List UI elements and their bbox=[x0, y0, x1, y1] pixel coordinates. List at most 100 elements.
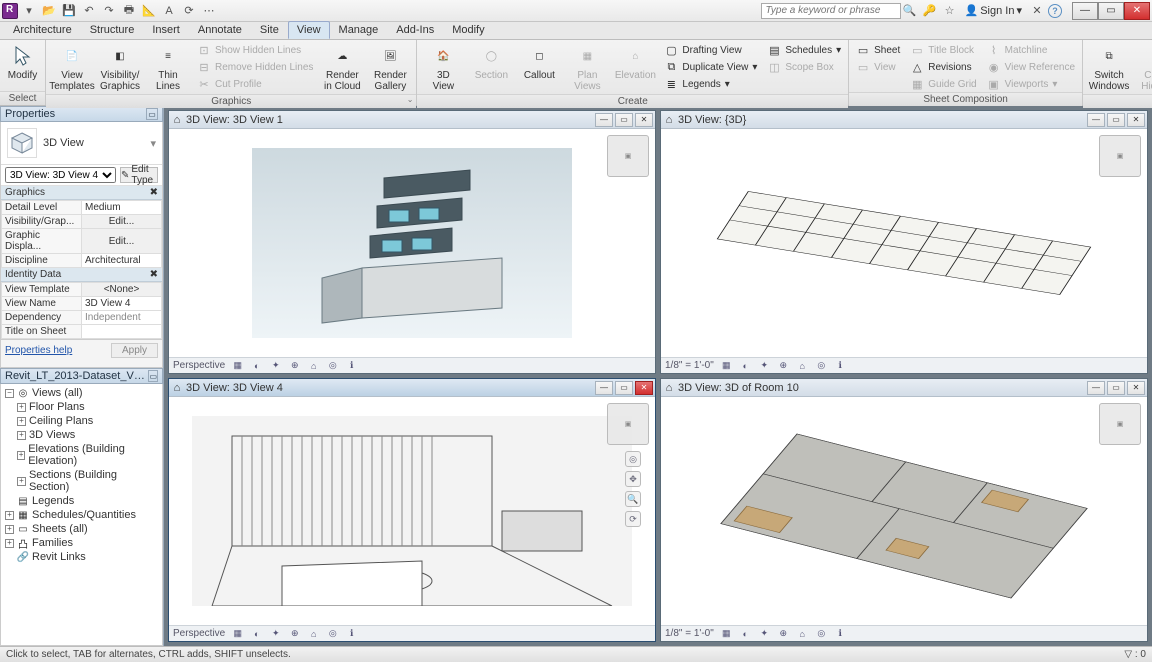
measure-icon[interactable]: 📐 bbox=[140, 2, 158, 20]
view2-close-button[interactable]: ✕ bbox=[1127, 113, 1145, 127]
view-canvas-2[interactable]: ▣ bbox=[661, 129, 1147, 357]
tree-sheets[interactable]: +▭Sheets (all) bbox=[3, 522, 160, 536]
tab-architecture[interactable]: Architecture bbox=[4, 21, 81, 39]
legends-button[interactable]: ≣Legends ▾ bbox=[661, 76, 760, 92]
print-icon[interactable]: 🖶 bbox=[120, 2, 138, 20]
view3-close-button[interactable]: ✕ bbox=[635, 381, 653, 395]
tree-revit-links[interactable]: +🔗Revit Links bbox=[3, 550, 160, 564]
vf-icon[interactable]: ⌂ bbox=[796, 627, 809, 640]
thin-lines-button[interactable]: ≡Thin Lines bbox=[146, 42, 190, 94]
vf-icon[interactable]: ✦ bbox=[758, 359, 771, 372]
exchange-icon[interactable]: ✕ bbox=[1028, 2, 1046, 20]
view-cube[interactable]: ▣ bbox=[1099, 403, 1141, 445]
scope-box-button[interactable]: ◫Scope Box bbox=[764, 59, 844, 75]
scale-label-3[interactable]: Perspective bbox=[173, 628, 225, 639]
sign-in-button[interactable]: 👤 Sign In ▾ bbox=[961, 4, 1026, 17]
binoculars-icon[interactable]: 🔍 bbox=[901, 2, 919, 20]
view4-min-button[interactable]: — bbox=[1087, 381, 1105, 395]
properties-help-link[interactable]: Properties help bbox=[5, 345, 72, 356]
place-view-button[interactable]: ▭View bbox=[853, 59, 903, 75]
tree-views[interactable]: −◎Views (all) bbox=[3, 386, 160, 400]
vf-icon[interactable]: ⌂ bbox=[307, 359, 320, 372]
star-icon[interactable]: ☆ bbox=[941, 2, 959, 20]
orbit-icon[interactable]: ⟳ bbox=[625, 511, 641, 527]
vf-icon[interactable]: ◎ bbox=[326, 359, 339, 372]
save-icon[interactable]: 💾 bbox=[60, 2, 78, 20]
search-input[interactable] bbox=[761, 3, 901, 19]
view-cube[interactable]: ▣ bbox=[1099, 135, 1141, 177]
tab-insert[interactable]: Insert bbox=[143, 21, 189, 39]
view2-max-button[interactable]: ▭ bbox=[1107, 113, 1125, 127]
tab-annotate[interactable]: Annotate bbox=[189, 21, 251, 39]
vf-icon[interactable]: ℹ bbox=[834, 627, 847, 640]
help-icon[interactable]: ? bbox=[1048, 4, 1062, 18]
pan-icon[interactable]: ✥ bbox=[625, 471, 641, 487]
title-block-button[interactable]: ▭Title Block bbox=[907, 42, 979, 58]
drafting-view-button[interactable]: ▢Drafting View bbox=[661, 42, 760, 58]
view3-max-button[interactable]: ▭ bbox=[615, 381, 633, 395]
vf-icon[interactable]: ▦ bbox=[231, 359, 244, 372]
vf-icon[interactable]: ✦ bbox=[269, 627, 282, 640]
viewports-button[interactable]: ▣Viewports ▾ bbox=[984, 76, 1078, 92]
close-hidden-button[interactable]: ✖Close Hidden bbox=[1135, 42, 1152, 94]
vf-icon[interactable]: ✦ bbox=[269, 359, 282, 372]
minimize-button[interactable]: — bbox=[1072, 2, 1098, 20]
vf-icon[interactable]: ⊕ bbox=[288, 627, 301, 640]
filter-icon[interactable]: ▽ : 0 bbox=[1124, 649, 1146, 660]
scale-label-1[interactable]: Perspective bbox=[173, 360, 225, 371]
vf-icon[interactable]: ⌂ bbox=[796, 359, 809, 372]
instance-selector[interactable]: 3D View: 3D View 4 bbox=[5, 167, 116, 183]
project-browser[interactable]: −◎Views (all) +Floor Plans +Ceiling Plan… bbox=[0, 384, 163, 646]
apply-button[interactable]: Apply bbox=[111, 343, 158, 358]
key-icon[interactable]: 🔑 bbox=[921, 2, 939, 20]
vf-icon[interactable]: ▦ bbox=[231, 627, 244, 640]
nav-bar[interactable]: ◎✥🔍⟳ bbox=[625, 451, 641, 527]
view2-min-button[interactable]: — bbox=[1087, 113, 1105, 127]
vf-icon[interactable]: ◎ bbox=[815, 359, 828, 372]
vf-icon[interactable]: ▦ bbox=[720, 359, 733, 372]
steering-wheel-icon[interactable]: ◎ bbox=[625, 451, 641, 467]
revisions-button[interactable]: △Revisions bbox=[907, 59, 979, 75]
prop-visibility-edit[interactable]: Edit... bbox=[82, 215, 162, 229]
view1-min-button[interactable]: — bbox=[595, 113, 613, 127]
cut-profile-button[interactable]: ✂Cut Profile bbox=[194, 76, 316, 92]
vf-icon[interactable]: ℹ bbox=[345, 359, 358, 372]
plan-views-button[interactable]: ▦Plan Views bbox=[565, 42, 609, 94]
tree-schedules[interactable]: +▦Schedules/Quantities bbox=[3, 508, 160, 522]
view-cube[interactable]: ▣ bbox=[607, 135, 649, 177]
3d-view-button[interactable]: 🏠3D View bbox=[421, 42, 465, 94]
qat-dropdown-icon[interactable]: ▾ bbox=[20, 2, 38, 20]
render-gallery-button[interactable]: 🖼Render Gallery bbox=[368, 42, 412, 94]
undo-icon[interactable]: ↶ bbox=[80, 2, 98, 20]
vf-icon[interactable]: ⌂ bbox=[307, 627, 320, 640]
vf-icon[interactable]: ▦ bbox=[720, 627, 733, 640]
vf-icon[interactable]: ◐ bbox=[739, 627, 752, 640]
vf-icon[interactable]: ⊕ bbox=[777, 359, 790, 372]
open-icon[interactable]: 📂 bbox=[40, 2, 58, 20]
view-reference-button[interactable]: ◉View Reference bbox=[984, 59, 1078, 75]
tab-view[interactable]: View bbox=[288, 21, 330, 39]
section-button[interactable]: ◯Section bbox=[469, 42, 513, 83]
edit-type-button[interactable]: ✎ Edit Type bbox=[120, 167, 158, 183]
remove-hidden-lines-button[interactable]: ⊟Remove Hidden Lines bbox=[194, 59, 316, 75]
view-canvas-3[interactable]: ▣ ◎✥🔍⟳ bbox=[169, 397, 655, 625]
view-canvas-1[interactable]: ▣ bbox=[169, 129, 655, 357]
vf-icon[interactable]: ⊕ bbox=[288, 359, 301, 372]
view4-max-button[interactable]: ▭ bbox=[1107, 381, 1125, 395]
prop-view-name-value[interactable]: 3D View 4 bbox=[82, 297, 162, 311]
switch-windows-button[interactable]: ⧉Switch Windows bbox=[1087, 42, 1131, 94]
tab-modify[interactable]: Modify bbox=[443, 21, 493, 39]
modify-button[interactable]: Modify bbox=[4, 42, 41, 83]
view4-close-button[interactable]: ✕ bbox=[1127, 381, 1145, 395]
vf-icon[interactable]: ℹ bbox=[834, 359, 847, 372]
prop-view-template-value[interactable]: <None> bbox=[82, 283, 162, 297]
maximize-button[interactable]: ▭ bbox=[1098, 2, 1124, 20]
properties-header[interactable]: Properties ▭ bbox=[0, 106, 163, 122]
view1-close-button[interactable]: ✕ bbox=[635, 113, 653, 127]
callout-button[interactable]: ◻Callout bbox=[517, 42, 561, 83]
tree-elevations[interactable]: +Elevations (Building Elevation) bbox=[3, 442, 160, 468]
vf-icon[interactable]: ◎ bbox=[326, 627, 339, 640]
view3-min-button[interactable]: — bbox=[595, 381, 613, 395]
redo-icon[interactable]: ↷ bbox=[100, 2, 118, 20]
matchline-button[interactable]: ⌇Matchline bbox=[984, 42, 1078, 58]
